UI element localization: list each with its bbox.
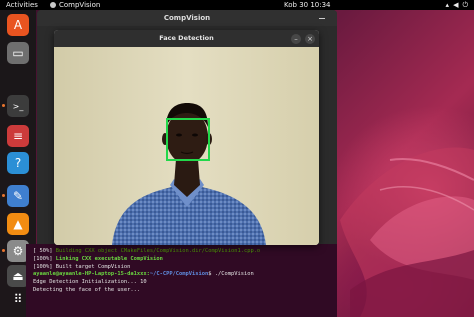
compvision-window-title[interactable]: CompVision bbox=[37, 10, 337, 26]
top-bar: Activities CompVision Kob 30 10:34 ▴ ◀ ⏻ bbox=[0, 0, 474, 10]
terminal-line: [100%] Linking CXX executable CompVision bbox=[33, 255, 163, 262]
running-indicator bbox=[2, 194, 5, 197]
dock-software-center-icon[interactable]: A bbox=[7, 14, 29, 36]
dock-terminal-icon[interactable]: >_ bbox=[7, 95, 29, 117]
volume-icon: ◀ bbox=[453, 1, 459, 9]
camera-feed bbox=[54, 47, 319, 245]
terminal-line: Edge Detection Initialization... 10 bbox=[33, 279, 147, 286]
dock-help-icon[interactable]: ? bbox=[7, 152, 29, 174]
app-menu[interactable]: CompVision bbox=[50, 0, 100, 10]
clock[interactable]: Kob 30 10:34 bbox=[284, 0, 331, 10]
face-detection-window: Face Detection – × bbox=[54, 30, 319, 245]
face-detection-title[interactable]: Face Detection bbox=[54, 30, 319, 47]
network-icon: ▴ bbox=[445, 1, 450, 9]
terminal-line: Detecting the face of the user... bbox=[33, 286, 141, 293]
terminal-line: ayaanle@ayaanle-HP-Laptop-15-da1xxx:~/C-… bbox=[33, 271, 254, 278]
app-menu-label: CompVision bbox=[59, 1, 101, 9]
minimize-icon[interactable] bbox=[319, 18, 325, 19]
terminal-line: [ 50%] Building CXX object CMakeFiles/Co… bbox=[33, 248, 261, 254]
terminal-line: [100%] Built target CompVision bbox=[33, 263, 131, 270]
dock-files-icon[interactable]: ▭ bbox=[7, 42, 29, 64]
dock-notes-icon[interactable]: ✎ bbox=[7, 185, 29, 207]
system-tray[interactable]: ▴ ◀ ⏻ bbox=[446, 0, 468, 10]
power-icon: ⏻ bbox=[462, 1, 468, 9]
app-menu-icon bbox=[50, 2, 56, 8]
dock-text-editor-icon[interactable]: ≡ bbox=[7, 125, 29, 147]
running-indicator bbox=[2, 104, 5, 107]
webcam-image bbox=[54, 47, 319, 245]
activities-button[interactable]: Activities bbox=[6, 0, 38, 10]
terminal-output[interactable]: [ 50%] Building CXX object CMakeFiles/Co… bbox=[26, 244, 337, 317]
running-indicator bbox=[2, 249, 5, 252]
wallpaper-swirl bbox=[340, 147, 474, 317]
dock-vlc-icon[interactable]: ▲ bbox=[7, 213, 29, 235]
close-button[interactable]: × bbox=[305, 34, 315, 44]
minimize-button[interactable]: – bbox=[291, 34, 301, 44]
